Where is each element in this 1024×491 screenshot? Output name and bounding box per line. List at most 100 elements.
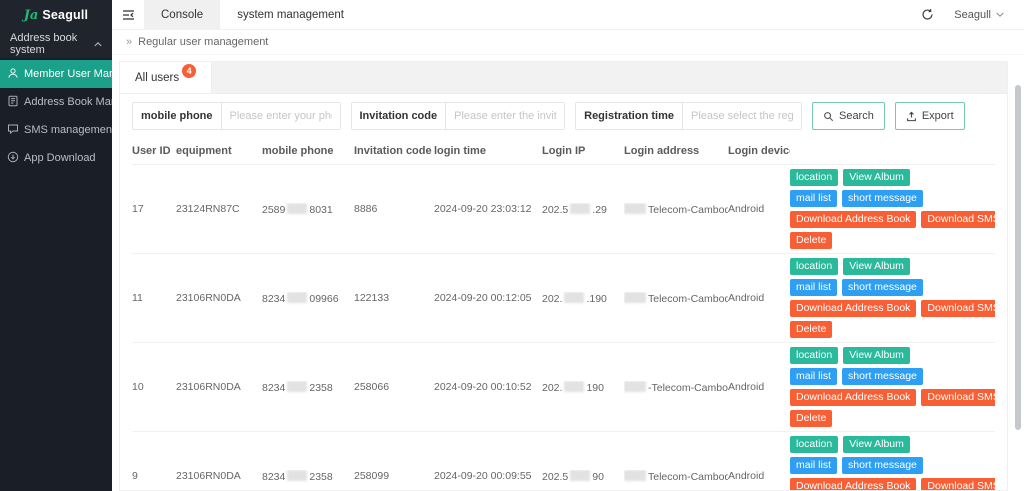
cell-login-device: Android bbox=[728, 381, 765, 393]
cell-login-time: 2024-09-20 00:10:52 bbox=[434, 381, 532, 393]
short-message-button[interactable]: short message bbox=[842, 457, 923, 474]
collapse-sidebar-icon[interactable] bbox=[112, 0, 144, 29]
cell-login-address: Telecom-Cambodia bbox=[624, 469, 728, 483]
mail-list-button[interactable]: mail list bbox=[790, 457, 838, 474]
sidebar-group-address-book-system[interactable]: Address book system bbox=[0, 30, 112, 58]
location-button[interactable]: location bbox=[790, 436, 839, 453]
filter-label-invitation-code: Invitation code bbox=[352, 103, 447, 129]
sidebar-item-address-book-management[interactable]: Address Book Mana... bbox=[0, 88, 112, 116]
ip-prefix: 202.5 bbox=[542, 470, 569, 483]
sidebar-item-label: SMS management bbox=[24, 124, 112, 136]
export-button-label: Export bbox=[921, 110, 954, 122]
user-dropdown[interactable]: Seagull bbox=[944, 0, 1024, 29]
user-name: Seagull bbox=[954, 8, 991, 21]
ip-prefix: 202. bbox=[542, 292, 563, 305]
cell-actions: location View Album mail list short mess… bbox=[790, 254, 995, 342]
download-circle-icon bbox=[7, 151, 19, 166]
action-line-3: Download Address Book Download SMS bbox=[790, 478, 995, 490]
cell-invitation-code: 258099 bbox=[354, 470, 390, 482]
column-header-equipment: equipment bbox=[176, 145, 232, 157]
short-message-button[interactable]: short message bbox=[842, 190, 923, 207]
cell-login-ip: 202. .190 bbox=[542, 291, 624, 305]
mobile-phone-input[interactable] bbox=[221, 103, 340, 129]
cell-login-ip: 202. 190 bbox=[542, 380, 624, 394]
column-header-actions bbox=[790, 147, 995, 155]
download-sms-button[interactable]: Download SMS bbox=[921, 478, 995, 490]
delete-button[interactable]: Delete bbox=[790, 232, 833, 249]
download-address-book-button[interactable]: Download Address Book bbox=[790, 478, 917, 490]
mail-list-button[interactable]: mail list bbox=[790, 279, 838, 296]
download-address-book-button[interactable]: Download Address Book bbox=[790, 211, 917, 228]
cell-mobile-phone: 8234 09966 bbox=[262, 291, 354, 305]
topbar-tab-label: Console bbox=[161, 8, 204, 21]
download-sms-button[interactable]: Download SMS bbox=[921, 211, 995, 228]
redacted-blur bbox=[570, 469, 591, 481]
action-line-1: location View Album bbox=[790, 436, 995, 453]
location-button[interactable]: location bbox=[790, 347, 839, 364]
tab-all-users[interactable]: All users 4 bbox=[120, 62, 213, 93]
sidebar-group-label: Address book system bbox=[10, 32, 78, 56]
delete-button[interactable]: Delete bbox=[790, 410, 833, 427]
view-album-button[interactable]: View Album bbox=[843, 258, 910, 275]
column-header-invitation-code: Invitation code bbox=[354, 145, 432, 157]
tab-label: All users bbox=[135, 71, 180, 84]
mail-list-button[interactable]: mail list bbox=[790, 368, 838, 385]
sidebar-item-app-download[interactable]: App Download bbox=[0, 144, 112, 172]
address-text: Telecom-Cambodia bbox=[648, 292, 728, 305]
download-sms-button[interactable]: Download SMS bbox=[921, 389, 995, 406]
location-button[interactable]: location bbox=[790, 169, 839, 186]
action-line-2: mail list short message bbox=[790, 190, 995, 207]
column-header-user-id: User ID bbox=[132, 145, 171, 157]
download-address-book-button[interactable]: Download Address Book bbox=[790, 389, 917, 406]
column-header-login-device: Login device bbox=[728, 145, 790, 157]
phone-prefix: 8234 bbox=[262, 381, 286, 394]
table-row: 10 23106RN0DA 8234 2358 258066 2024-09-20… bbox=[132, 343, 995, 432]
topbar-tab-console[interactable]: Console bbox=[144, 0, 221, 29]
location-button[interactable]: location bbox=[790, 258, 839, 275]
delete-button[interactable]: Delete bbox=[790, 321, 833, 338]
topbar: Console system management Seagull bbox=[112, 0, 1024, 30]
redacted-blur bbox=[564, 380, 585, 392]
view-album-button[interactable]: View Album bbox=[843, 169, 910, 186]
column-header-login-ip: Login IP bbox=[542, 145, 586, 157]
short-message-button[interactable]: short message bbox=[842, 368, 923, 385]
sidebar-item-member-user-management[interactable]: Member User Mana... bbox=[0, 60, 112, 88]
view-album-button[interactable]: View Album bbox=[843, 436, 910, 453]
sidebar-item-sms-management[interactable]: SMS management bbox=[0, 116, 112, 144]
action-line-4: Delete bbox=[790, 410, 995, 427]
action-line-1: location View Album bbox=[790, 258, 995, 275]
vertical-scrollbar[interactable] bbox=[1015, 85, 1021, 430]
registration-time-input[interactable] bbox=[682, 103, 801, 129]
phone-prefix: 2589 bbox=[262, 203, 286, 216]
topbar-tab-system-management[interactable]: system management bbox=[220, 0, 361, 29]
cell-mobile-phone: 2589 8031 bbox=[262, 202, 354, 216]
table-body: 17 23124RN87C 2589 8031 8886 2024-09-20 2… bbox=[132, 165, 995, 490]
redacted-blur bbox=[624, 202, 646, 214]
cell-actions: location View Album mail list short mess… bbox=[790, 343, 995, 431]
filter-label-registration-time: Registration time bbox=[576, 103, 683, 129]
action-line-2: mail list short message bbox=[790, 457, 995, 474]
redacted-blur bbox=[570, 202, 591, 214]
download-address-book-button[interactable]: Download Address Book bbox=[790, 300, 917, 317]
redacted-blur bbox=[287, 469, 308, 481]
export-button[interactable]: Export bbox=[894, 102, 965, 130]
action-line-3: Download Address Book Download SMS bbox=[790, 211, 995, 228]
action-line-2: mail list short message bbox=[790, 279, 995, 296]
cell-invitation-code: 258066 bbox=[354, 381, 390, 393]
mail-list-button[interactable]: mail list bbox=[790, 190, 838, 207]
download-sms-button[interactable]: Download SMS bbox=[921, 300, 995, 317]
short-message-button[interactable]: short message bbox=[842, 279, 923, 296]
column-header-login-address: Login address bbox=[624, 145, 700, 157]
breadcrumb: » Regular user management bbox=[112, 30, 1024, 55]
cell-login-address: -Telecom-Cambodia bbox=[624, 380, 728, 394]
app-logo: Ja Seagull bbox=[0, 0, 112, 30]
search-button[interactable]: Search bbox=[811, 102, 885, 130]
cell-user-id: 9 bbox=[132, 470, 138, 482]
refresh-icon[interactable] bbox=[910, 0, 944, 29]
ip-suffix: .29 bbox=[592, 203, 607, 216]
cell-user-id: 11 bbox=[132, 292, 143, 304]
view-album-button[interactable]: View Album bbox=[843, 347, 910, 364]
invitation-code-input[interactable] bbox=[446, 103, 565, 129]
breadcrumb-separator: » bbox=[126, 36, 133, 48]
